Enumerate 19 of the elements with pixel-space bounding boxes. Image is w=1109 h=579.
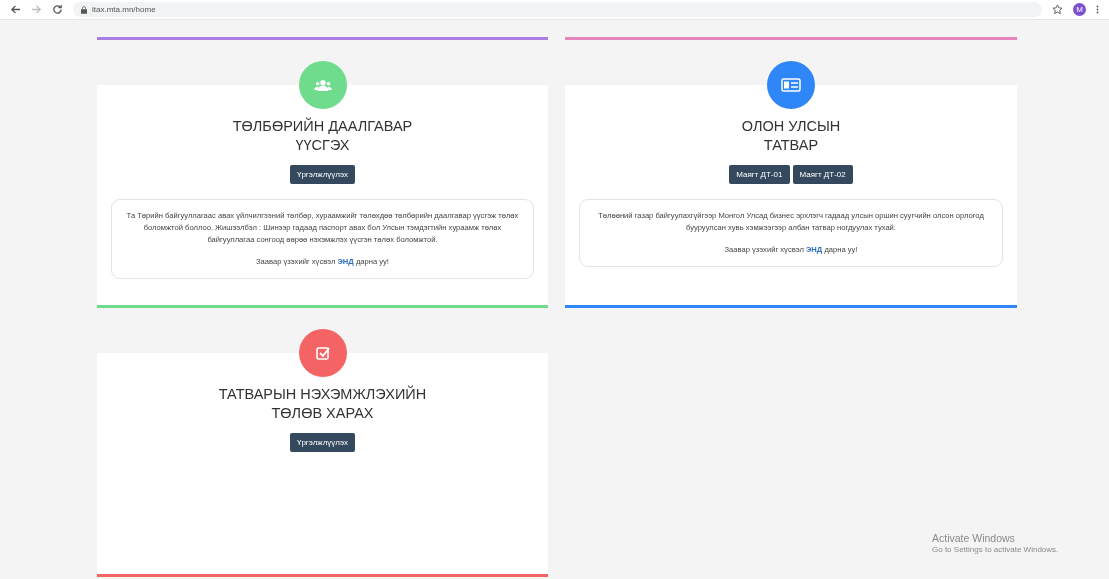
money-card-icon xyxy=(781,78,801,92)
users-icon xyxy=(313,78,332,92)
checkbox-icon xyxy=(315,346,330,360)
continue-button[interactable]: Үргэлжлүүлэх xyxy=(289,433,356,452)
activation-notice-text: Go to Settings to activate Windows. xyxy=(932,545,1059,554)
menu-icon[interactable] xyxy=(1096,4,1099,15)
card-title: ОЛОН УЛСЫН ТАТВАР xyxy=(741,117,841,155)
back-icon[interactable] xyxy=(10,4,21,15)
reload-icon[interactable] xyxy=(52,4,63,15)
card-title: ТӨЛБӨРИЙН ДААЛГАВАР ҮҮСГЭХ xyxy=(232,117,413,155)
activation-notice-title: Activate Windows xyxy=(932,532,1016,544)
lock-icon xyxy=(81,5,87,14)
star-icon[interactable] xyxy=(1052,4,1063,15)
address-field[interactable]: itax.mta.mn/home xyxy=(73,2,1042,17)
profile-avatar[interactable]: M xyxy=(1073,3,1086,16)
continue-button[interactable]: Үргэлжлүүлэх xyxy=(289,165,356,184)
continue-button[interactable]: Маягт ДТ-02 xyxy=(792,165,853,184)
card-title: ТАТВАРЫН НЭХЭМЖЛЭХИЙН ТӨЛӨВ ХАРАХ xyxy=(218,385,427,423)
continue-button[interactable]: Маягт ДТ-01 xyxy=(729,165,790,184)
